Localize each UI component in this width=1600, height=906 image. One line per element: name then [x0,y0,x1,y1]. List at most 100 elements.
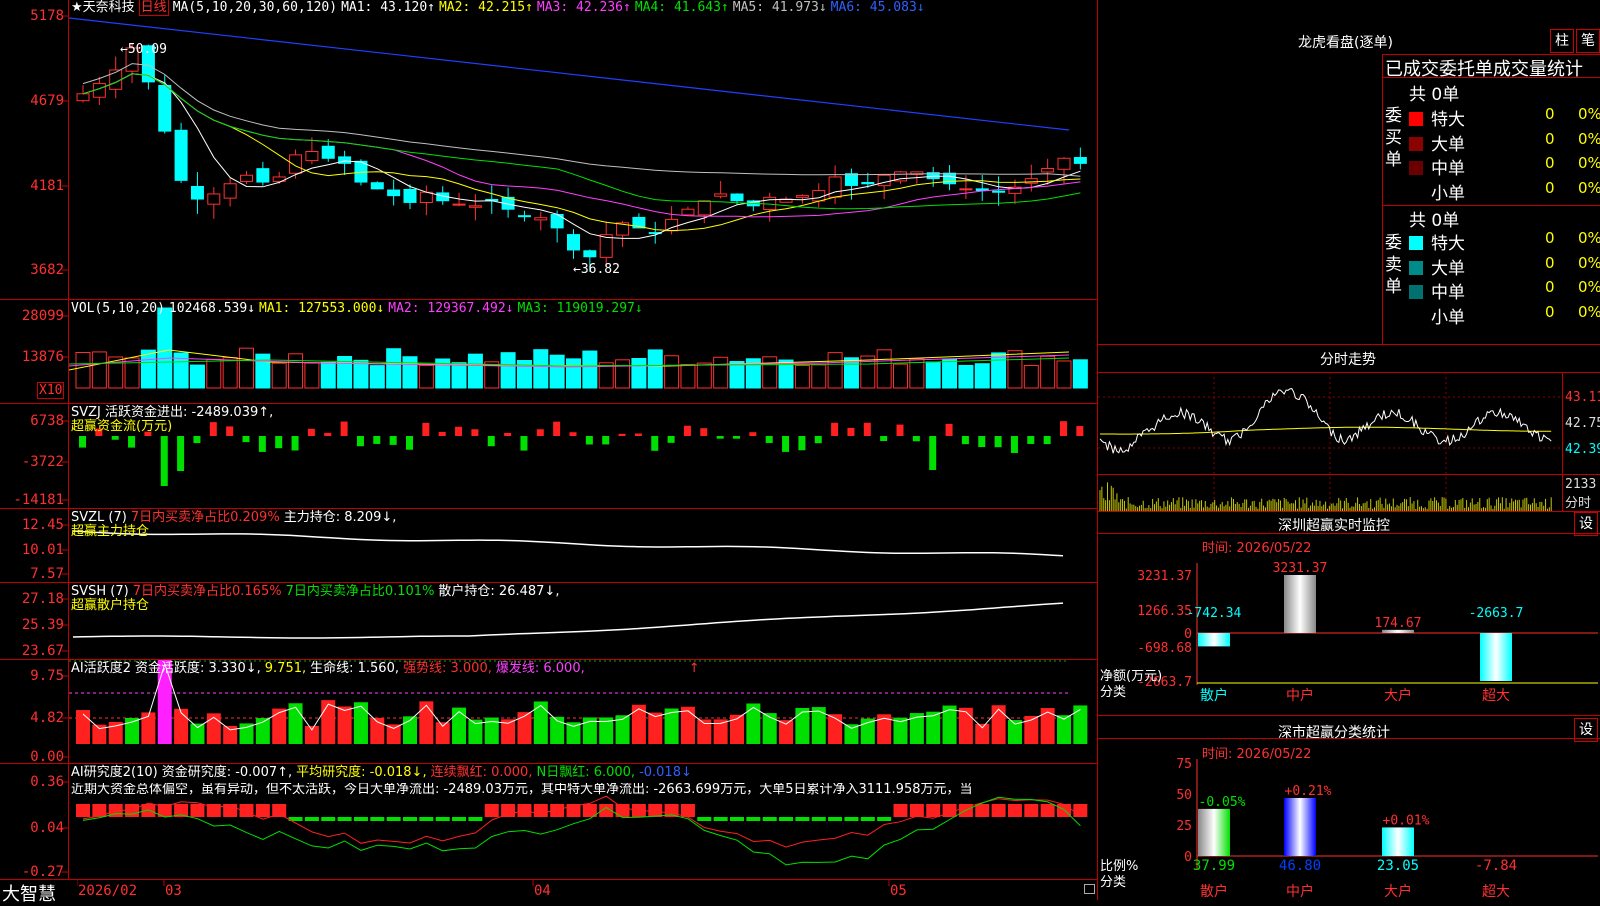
ma1-value: MA1: 43.120↑ [341,0,435,15]
volume-bar [729,360,745,389]
sz-monitor-chart[interactable]: 3231.37 1266.35 0-698.68 -2663.7 -742.34 散户 32… [1098,555,1600,715]
monitor-category-label: 中户 [1286,687,1314,704]
flow-bar [1043,436,1051,445]
volume-bar [794,365,810,389]
flow-bar [602,436,610,445]
volume-bar [958,364,974,389]
class-bar-change: +0.21% [1285,784,1332,799]
life-line: 生命线: 1.560, [310,661,399,676]
flow-bar [536,429,544,436]
flow-bar [1027,436,1035,444]
vol-definition: VOL(5,10,20) [71,301,165,316]
flow-bar [880,436,888,442]
flow-bar [406,436,413,450]
research-bar [991,804,1006,817]
activity-bar [141,712,156,744]
flow-bar [634,433,642,436]
volume-bar [386,348,402,389]
buy-row-count: 0 [1545,105,1555,123]
svsh-tick: 25.39 [21,617,64,633]
volume-bar [925,361,941,389]
volume-bar [271,362,287,389]
vol-ma2: MA2: 129367.492↓ [388,301,514,316]
price-tick: 4679 [30,93,64,109]
activity-bar [533,701,548,744]
candle-body [76,93,90,102]
activity-bar [746,703,761,744]
sz-class-settings-button[interactable]: 设 [1574,718,1598,742]
svzl-definition: SVZL (7) [71,510,127,525]
monitor-category-label: 大户 [1384,687,1412,704]
volume-bar [582,350,598,389]
price-tick: 3682 [30,262,64,278]
volume-bar [876,349,892,389]
sell-row-count: 0 [1545,229,1555,247]
research-bar [975,804,990,817]
bar-mode-button[interactable]: 柱 [1550,29,1574,53]
research-bar [942,804,957,817]
ma3-value: MA3: 42.236↑ [536,0,631,15]
tick-mode-button[interactable]: 笔 [1576,29,1600,53]
intraday-vol-label: 2133 [1565,477,1597,492]
research-bar [909,804,924,817]
flow-bar [945,423,953,436]
candle-body [714,193,728,197]
intraday-chart[interactable] [1098,372,1562,511]
lock-icon[interactable] [1084,884,1095,894]
activity-bar [239,723,254,744]
flow-bar [765,436,773,443]
research-tick: 0.04 [30,820,64,836]
research-v5: -0.018↓ [639,765,692,780]
flow-bar [961,436,969,445]
activity-bar [353,702,368,744]
svsh-definition: SVSH (7) [71,584,129,599]
research-bar [435,817,450,821]
volume-bar [304,362,320,389]
research-bar [419,817,434,821]
research-bar [844,817,859,821]
volume-bar [222,357,238,389]
flow-bar [651,436,659,451]
buy-row-percent: 0% [1578,154,1600,172]
brand-logo: 大智慧 [2,884,56,905]
buy-row-percent: 0% [1578,129,1600,148]
sell-row-count: 0 [1545,278,1555,296]
activity-bar [991,705,1006,744]
flow-bar [1010,436,1018,453]
sell-row-percent: 0% [1578,253,1600,272]
activity-bar [321,700,336,744]
flow-bar [487,436,495,447]
ma1-line [82,73,1081,239]
intraday-price-label: 42.39 [1565,442,1600,457]
class-category-label: 超大 [1482,884,1510,900]
buy-row: 中单 [1409,154,1465,179]
research-bar [272,804,287,817]
volume-bar [696,362,712,389]
intraday-vol-label: 分时 [1565,496,1592,511]
price-tick: 4181 [30,178,64,194]
favorite-star-icon[interactable]: ★ [71,0,83,15]
research-bar [697,817,712,821]
monitor-ylabel: 净额(万元) [1100,669,1162,684]
flow-bar [700,428,708,436]
candlestick-chart[interactable] [69,0,1097,299]
sz-monitor-settings-button[interactable]: 设 [1574,512,1598,536]
activity-v2: 9.751, [264,661,307,676]
flow-bar [1060,421,1067,436]
flow-bar [749,432,757,436]
period-selector[interactable]: 日线 [138,0,169,16]
volume-bar [631,357,647,389]
research-bar [877,817,892,821]
flow-bar [356,436,364,447]
svzl-tick: 12.45 [21,517,64,533]
activity-tick: 0.00 [30,749,64,765]
activity-bar [190,723,205,744]
flow-bar [716,436,724,439]
activity-bar [223,725,238,744]
sz-class-chart[interactable]: 75 50 25 0 -0.05% 37.99 散户 +0.21% 46.80 中户 +0.01% 2… [1098,757,1600,900]
sell-row-label: 中单 [1431,283,1465,303]
activity-tick: 9.75 [30,668,64,684]
candle-body [877,174,891,187]
volume-bar [320,361,336,389]
legend-swatch [1409,285,1423,299]
